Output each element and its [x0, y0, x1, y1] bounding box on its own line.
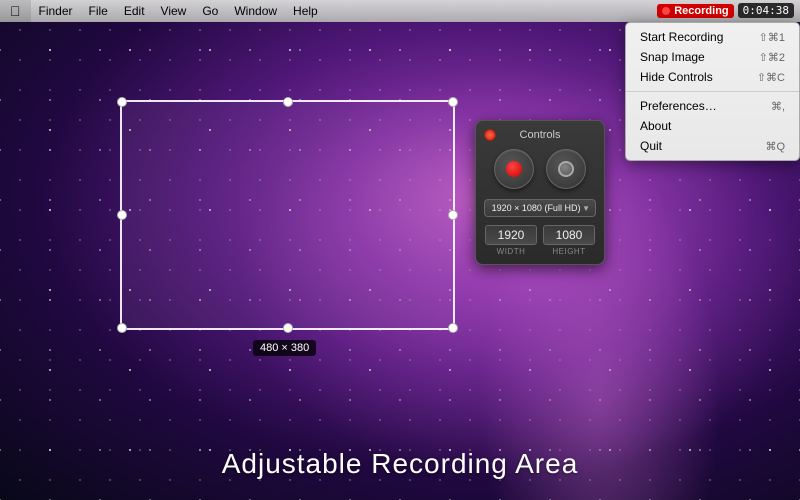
menubar-left:  Finder File Edit View Go Window Help	[0, 0, 657, 22]
width-field: WIDTH	[485, 225, 537, 256]
width-input[interactable]	[485, 225, 537, 245]
handle-middle-left[interactable]	[117, 210, 127, 220]
view-menu[interactable]: View	[153, 0, 195, 22]
quit-item[interactable]: Quit ⌘Q	[626, 136, 799, 156]
recording-badge: Recording	[657, 4, 733, 18]
hide-controls-item[interactable]: Hide Controls ⇧⌘C	[626, 67, 799, 87]
handle-bottom-center[interactable]	[283, 323, 293, 333]
help-menu[interactable]: Help	[285, 0, 326, 22]
dropdown-menu: Start Recording ⇧⌘1 Snap Image ⇧⌘2 Hide …	[625, 22, 800, 161]
controls-buttons	[484, 149, 596, 189]
controls-panel: Controls 1920 × 1080 (Full HD) ▼ WIDTH H…	[475, 120, 605, 265]
resolution-dropdown[interactable]: 1920 × 1080 (Full HD) ▼	[484, 199, 596, 217]
preferences-item[interactable]: Preferences… ⌘,	[626, 96, 799, 116]
height-field: HEIGHT	[543, 225, 595, 256]
snap-button[interactable]	[546, 149, 586, 189]
snap-icon	[558, 161, 574, 177]
handle-top-right[interactable]	[448, 97, 458, 107]
controls-close-button[interactable]	[484, 129, 496, 141]
menubar-right: Recording 0:04:38	[657, 3, 800, 18]
start-recording-item[interactable]: Start Recording ⇧⌘1	[626, 27, 799, 47]
handle-bottom-left[interactable]	[117, 323, 127, 333]
handle-top-left[interactable]	[117, 97, 127, 107]
menubar:  Finder File Edit View Go Window Help R…	[0, 0, 800, 22]
apple-menu[interactable]: 	[0, 0, 31, 22]
record-button[interactable]	[494, 149, 534, 189]
snap-image-item[interactable]: Snap Image ⇧⌘2	[626, 47, 799, 67]
height-label: HEIGHT	[543, 247, 595, 256]
width-label: WIDTH	[485, 247, 537, 256]
go-menu[interactable]: Go	[194, 0, 226, 22]
bottom-text: Adjustable Recording Area	[0, 448, 800, 480]
edit-menu[interactable]: Edit	[116, 0, 153, 22]
menu-separator-1	[626, 91, 799, 92]
desktop:  Finder File Edit View Go Window Help R…	[0, 0, 800, 500]
selection-area[interactable]	[120, 100, 455, 330]
dimensions-row: WIDTH HEIGHT	[484, 225, 596, 256]
controls-titlebar: Controls	[484, 129, 596, 141]
file-menu[interactable]: File	[81, 0, 116, 22]
size-label: 480 × 380	[253, 340, 316, 356]
recording-dot	[662, 7, 670, 15]
finder-menu[interactable]: Finder	[31, 0, 81, 22]
timer-badge: 0:04:38	[738, 3, 794, 18]
window-menu[interactable]: Window	[226, 0, 285, 22]
height-input[interactable]	[543, 225, 595, 245]
handle-bottom-right[interactable]	[448, 323, 458, 333]
chevron-down-icon: ▼	[582, 204, 590, 213]
controls-title: Controls	[496, 129, 584, 141]
resolution-label: 1920 × 1080 (Full HD)	[490, 203, 582, 213]
recording-label: Recording	[674, 5, 728, 17]
record-dot	[506, 161, 522, 177]
handle-middle-right[interactable]	[448, 210, 458, 220]
about-item[interactable]: About	[626, 116, 799, 136]
handle-top-center[interactable]	[283, 97, 293, 107]
